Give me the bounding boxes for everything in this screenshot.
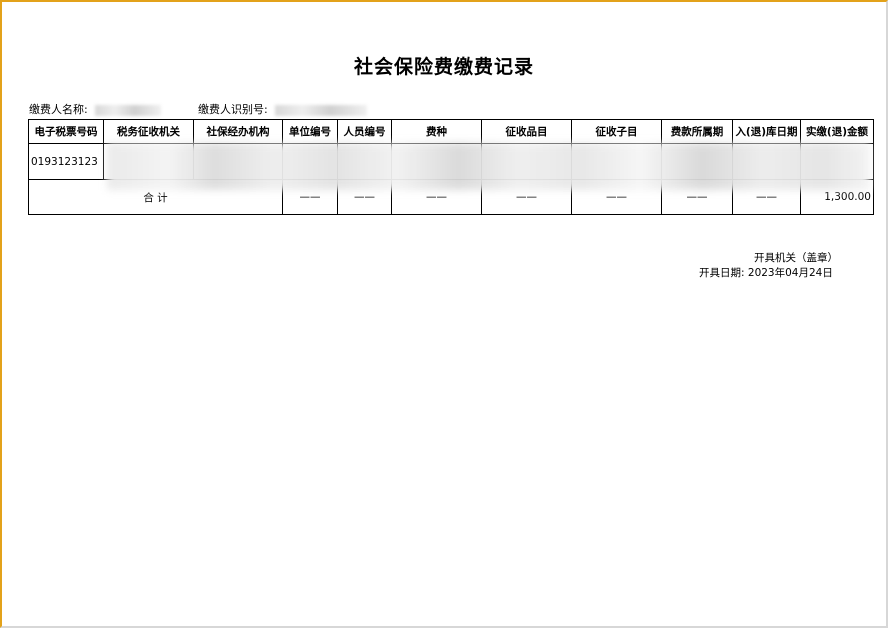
header-collection-subitem: 征收子目 <box>571 119 662 144</box>
header-social-security-office: 社保经办机构 <box>193 119 283 144</box>
document-title: 社会保险费缴费记录 <box>353 56 534 78</box>
cell-ticket-no: 0193123123 <box>28 143 104 180</box>
payer-name: 缴费人名称: <box>29 101 162 117</box>
header-period: 费款所属期 <box>661 119 733 144</box>
header-tax-office: 税务征收机关 <box>103 119 194 144</box>
issue-date-value: 2023年04月24日 <box>747 267 833 279</box>
payer-id-label: 缴费人识别号: <box>198 103 268 116</box>
payer-name-label: 缴费人名称: <box>29 103 88 116</box>
payer-id-redacted <box>275 104 368 116</box>
header-fee-type: 费种 <box>391 119 482 144</box>
header-storage-date: 入(退)库日期 <box>732 119 801 144</box>
issuing-authority: 开具机关（盖章） <box>754 252 838 264</box>
table-header-row: 电子税票号码 税务征收机关 社保经办机构 单位编号 人员编号 费种 征收品目 征… <box>28 119 874 144</box>
header-ticket-no: 电子税票号码 <box>28 119 104 144</box>
payer-name-redacted <box>95 104 162 116</box>
document-frame: 社会保险费缴费记录 缴费人名称: 缴费人识别号: 电子税票号码 税务征收机关 社… <box>0 0 888 628</box>
issue-date: 开具日期: 2023年04月24日 <box>699 265 833 280</box>
header-unit-no: 单位编号 <box>282 119 338 144</box>
header-person-no: 人员编号 <box>337 119 392 144</box>
header-amount: 实缴(退)金额 <box>800 119 874 144</box>
payer-id: 缴费人识别号: <box>198 101 368 117</box>
redaction-blur <box>107 143 870 190</box>
header-collection-item: 征收品目 <box>481 119 572 144</box>
issue-date-label: 开具日期: <box>699 267 745 279</box>
